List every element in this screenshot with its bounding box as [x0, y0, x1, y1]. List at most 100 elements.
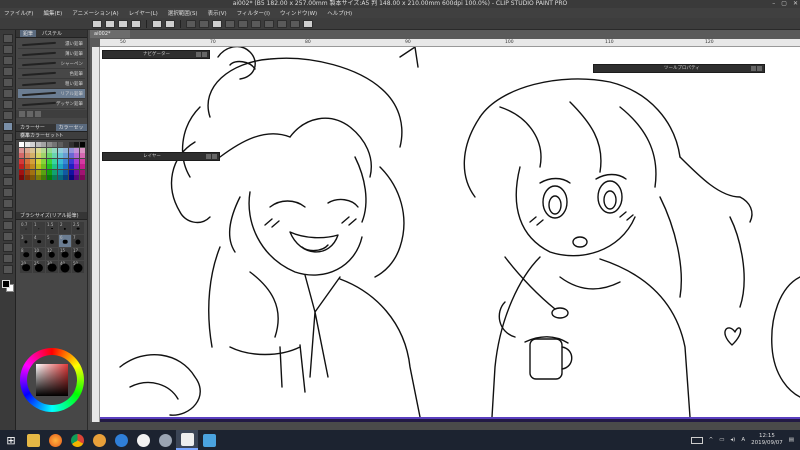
select-all-button[interactable]	[238, 19, 248, 28]
brush-size-option[interactable]: 2.5	[72, 222, 84, 234]
color-swatch[interactable]	[41, 175, 46, 180]
color-swatch[interactable]	[19, 147, 24, 153]
color-swatch[interactable]	[41, 142, 46, 147]
brush-size-option[interactable]: 30	[46, 261, 58, 273]
zoom-tool-icon[interactable]	[2, 34, 13, 43]
tab-color-set[interactable]: カラーセット	[55, 124, 87, 139]
volume-icon[interactable]: ◂)	[730, 437, 735, 443]
minimize-icon[interactable]	[206, 154, 211, 159]
auto-select-tool-icon[interactable]	[2, 89, 13, 98]
color-swatch[interactable]	[74, 169, 79, 175]
color-swatch[interactable]	[30, 175, 35, 180]
brush-size-option[interactable]: 0.7	[20, 222, 32, 234]
color-swatch[interactable]	[46, 147, 52, 153]
brush-size-option[interactable]: 7	[72, 235, 84, 247]
color-swatch[interactable]	[35, 158, 41, 164]
brush-item[interactable]: リアル鉛筆	[18, 89, 85, 99]
operation-tool-icon[interactable]	[2, 56, 13, 65]
color-swatch[interactable]	[68, 158, 74, 164]
redo-button[interactable]	[165, 19, 175, 28]
deselect-button[interactable]	[225, 19, 235, 28]
eyedropper-tool-icon[interactable]	[2, 100, 13, 109]
color-swatch[interactable]	[57, 153, 63, 158]
color-swatch[interactable]	[19, 169, 24, 175]
color-swatch[interactable]	[68, 153, 74, 158]
invert-selection-button[interactable]	[251, 19, 261, 28]
color-swatch[interactable]	[52, 153, 57, 158]
brush-item[interactable]: 濃い鉛筆	[18, 39, 85, 49]
brush-size-option[interactable]: 6	[59, 235, 71, 247]
color-swatch[interactable]	[79, 175, 85, 180]
color-swatch[interactable]	[74, 147, 79, 153]
fill-tool-icon[interactable]	[2, 188, 13, 197]
chevron-up-icon[interactable]: ^	[709, 437, 714, 443]
color-swatch[interactable]	[79, 158, 85, 164]
color-swatch[interactable]	[63, 147, 68, 153]
color-swatch[interactable]	[30, 142, 35, 147]
tab-pencil[interactable]: 鉛筆	[20, 30, 37, 37]
explorer-app[interactable]	[22, 430, 44, 450]
brush-item[interactable]: シャーペン	[18, 59, 85, 69]
frame-tool-icon[interactable]	[2, 221, 13, 230]
color-swatch[interactable]	[30, 153, 35, 158]
brush-size-option[interactable]: 10	[33, 248, 45, 260]
brush-item[interactable]: 薄い鉛筆	[18, 49, 85, 59]
color-swatch[interactable]	[46, 158, 52, 164]
color-swatch[interactable]	[52, 158, 57, 164]
menu-filter[interactable]: フィルター(I)	[237, 9, 270, 17]
color-swatch[interactable]	[57, 147, 63, 153]
ie-app[interactable]	[110, 430, 132, 450]
color-set-title[interactable]: 標準カラーセット	[20, 132, 60, 139]
brush-size-option[interactable]: 2	[59, 222, 71, 234]
color-swatch[interactable]	[41, 158, 46, 164]
brush-size-option[interactable]: 40	[59, 261, 71, 273]
move-tool-icon[interactable]	[2, 45, 13, 54]
selection-tool-icon[interactable]	[2, 78, 13, 87]
color-wheel[interactable]	[20, 348, 84, 412]
w-app[interactable]	[132, 430, 154, 450]
color-swatch[interactable]	[35, 175, 41, 180]
clip-studio-app[interactable]	[176, 430, 198, 450]
ruler-tool-icon[interactable]	[2, 232, 13, 241]
color-swatch[interactable]	[19, 164, 24, 169]
drawing-canvas[interactable]	[100, 47, 800, 417]
brush-size-option[interactable]: 25	[33, 261, 45, 273]
close-icon[interactable]	[212, 154, 217, 159]
brush-size-option[interactable]: 4	[33, 235, 45, 247]
color-swatch[interactable]	[57, 142, 63, 147]
color-swatch[interactable]	[79, 153, 85, 158]
color-swatch[interactable]	[79, 164, 85, 169]
color-swatch[interactable]	[35, 169, 41, 175]
brush-item[interactable]: デッサン鉛筆	[18, 99, 85, 109]
color-swatch[interactable]	[52, 169, 57, 175]
menu-layer[interactable]: レイヤー(L)	[129, 9, 158, 17]
gradient-tool-icon[interactable]	[2, 199, 13, 208]
move-layer-tool-icon[interactable]	[2, 67, 13, 76]
color-swatch[interactable]	[57, 158, 63, 164]
brush-size-option[interactable]: 8	[20, 248, 32, 260]
color-swatch[interactable]	[68, 175, 74, 180]
color-swatch[interactable]	[46, 175, 52, 180]
document-tab[interactable]: ai002*	[90, 30, 130, 38]
menu-animation[interactable]: アニメーション(A)	[72, 9, 118, 17]
color-swatch[interactable]	[35, 147, 41, 153]
color-swatch[interactable]	[19, 153, 24, 158]
brush-size-option[interactable]: 12	[46, 248, 58, 260]
color-swatch[interactable]	[74, 153, 79, 158]
new-file-button[interactable]	[105, 19, 115, 28]
ruler-snap-button[interactable]	[290, 19, 300, 28]
color-swatch[interactable]	[68, 147, 74, 153]
decoration-tool-icon[interactable]	[2, 155, 13, 164]
notification-icon[interactable]: ▤	[789, 437, 794, 443]
color-swatch[interactable]	[30, 169, 35, 175]
tab-pastel[interactable]: パステル	[42, 30, 62, 37]
network-icon[interactable]: ▭	[719, 437, 724, 443]
delete-icon[interactable]	[35, 111, 41, 117]
menu-selection[interactable]: 選択範囲(S)	[168, 9, 198, 17]
color-swatch[interactable]	[19, 175, 24, 180]
brush-size-option[interactable]: 1	[33, 222, 45, 234]
color-swatch[interactable]	[30, 164, 35, 169]
color-swatch[interactable]	[63, 175, 68, 180]
color-swatch[interactable]	[74, 142, 79, 147]
text-tool-icon[interactable]	[2, 243, 13, 252]
